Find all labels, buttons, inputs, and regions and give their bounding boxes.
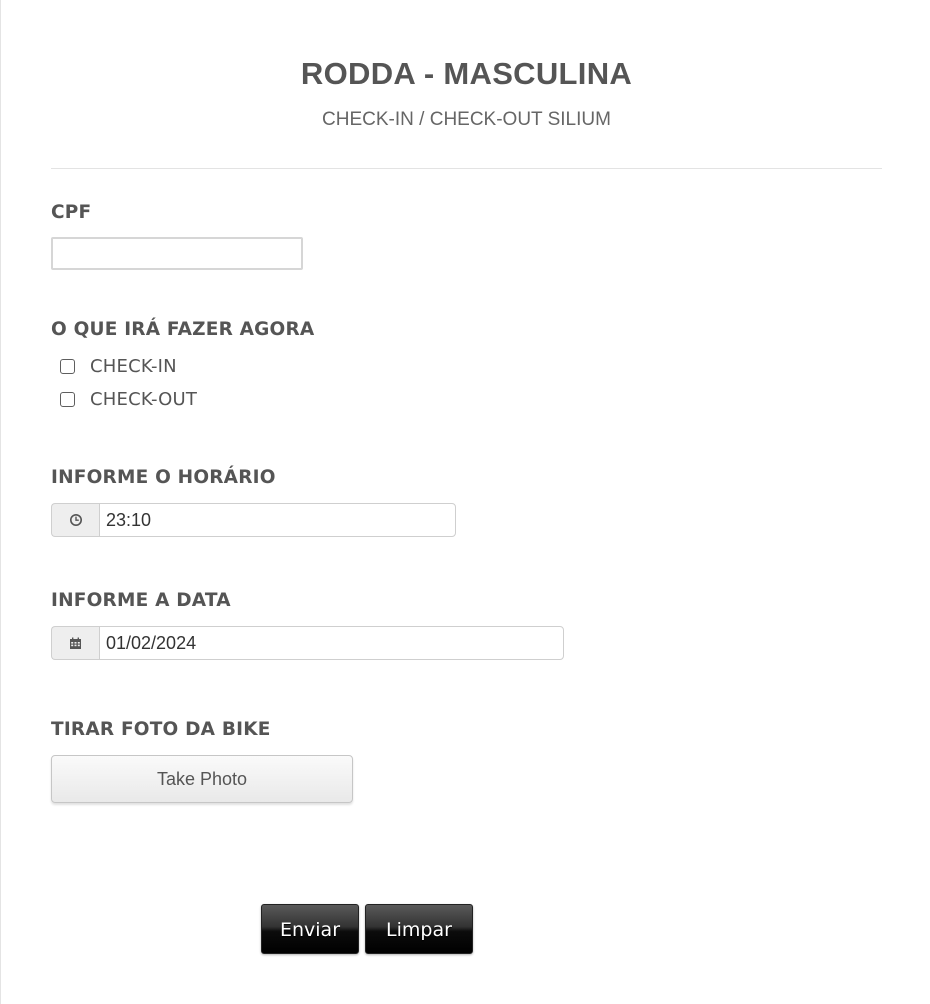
- form-subtitle: CHECK-IN / CHECK-OUT SILIUM: [322, 109, 611, 130]
- submit-button[interactable]: Enviar: [261, 904, 359, 954]
- check-out-label: CHECK-OUT: [90, 388, 198, 410]
- time-field: 23:10: [51, 503, 456, 537]
- photo-label: TIRAR FOTO DA BIKE: [51, 719, 271, 740]
- check-in-checkbox[interactable]: [60, 358, 75, 374]
- form-title: RODDA - MASCULINA: [300, 56, 633, 91]
- date-label: INFORME A DATA: [51, 590, 231, 611]
- check-out-checkbox[interactable]: [60, 391, 75, 407]
- check-in-label: CHECK-IN: [90, 355, 177, 377]
- cpf-label: CPF: [51, 202, 92, 223]
- date-field: 01/02/2024: [51, 626, 564, 660]
- time-input[interactable]: 23:10: [99, 503, 456, 537]
- time-label: INFORME O HORÁRIO: [51, 467, 276, 488]
- cpf-input[interactable]: [51, 237, 303, 270]
- clear-button[interactable]: Limpar: [365, 904, 473, 954]
- check-in-option[interactable]: CHECK-IN: [60, 355, 177, 377]
- header-divider: [51, 168, 882, 169]
- check-out-option[interactable]: CHECK-OUT: [60, 388, 197, 410]
- date-input[interactable]: 01/02/2024: [99, 626, 564, 660]
- clock-icon[interactable]: [51, 503, 99, 537]
- action-label: O QUE IRÁ FAZER AGORA: [51, 319, 315, 340]
- calendar-icon[interactable]: [51, 626, 99, 660]
- form-page: RODDA - MASCULINA CHECK-IN / CHECK-OUT S…: [0, 0, 930, 1004]
- take-photo-button[interactable]: Take Photo: [51, 755, 353, 803]
